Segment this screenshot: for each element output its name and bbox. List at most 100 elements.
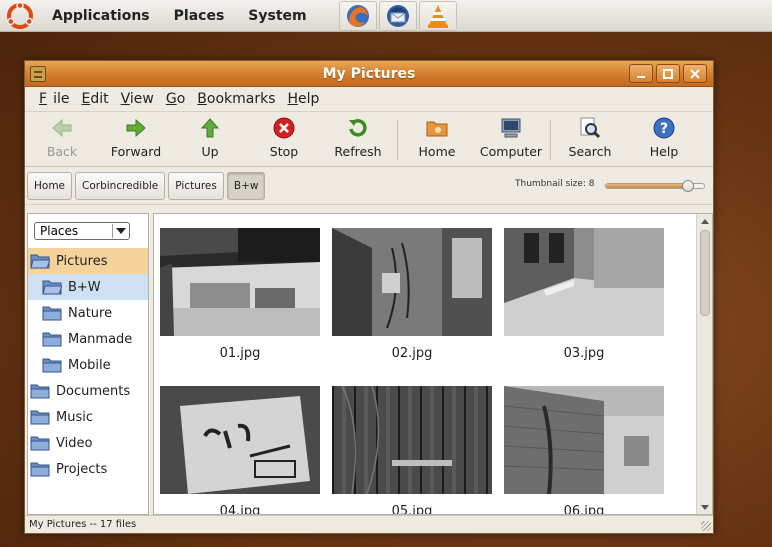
file-name: 02.jpg [391, 346, 433, 361]
vlc-launcher[interactable] [418, 0, 457, 31]
up-button[interactable]: Up [173, 116, 247, 159]
window-title: My Pictures [322, 65, 416, 82]
menu-bookmarks[interactable]: Bookmarks [191, 91, 281, 107]
maximize-button[interactable] [656, 64, 680, 83]
photo-thumbnail [160, 386, 320, 494]
menu-go[interactable]: Go [160, 91, 191, 107]
menubar: File Edit View Go Bookmarks Help [25, 87, 713, 111]
folder-open-icon [42, 280, 62, 295]
thumbnail-size-label: Thumbnail size: 8 [515, 179, 595, 189]
help-button[interactable]: ? Help [627, 116, 701, 159]
icon-view: 01.jpg 02.jpg 03.jpg 04.jpg 05.jpg 06.jp… [153, 213, 713, 515]
folder-icon [30, 436, 50, 451]
thunderbird-launcher[interactable] [378, 0, 417, 31]
content-area: Places Pictures B+W Nature Manmade Mobile Doc… [25, 213, 713, 515]
close-icon [690, 68, 700, 79]
up-arrow-icon [200, 118, 220, 138]
sidebar-item-nature[interactable]: Nature [28, 300, 148, 326]
stop-icon [273, 117, 295, 139]
menu-edit[interactable]: Edit [75, 91, 114, 107]
firefox-launcher[interactable] [338, 0, 377, 31]
file-browser-window: My Pictures File Edit View Go Bookmarks … [24, 60, 714, 534]
refresh-button[interactable]: Refresh [321, 116, 395, 159]
home-folder-icon [426, 121, 448, 137]
scrollbar-thumb[interactable] [700, 230, 710, 316]
home-button[interactable]: Home [400, 116, 474, 159]
file-item[interactable]: 02.jpg [332, 228, 492, 361]
file-name: 03.jpg [563, 346, 605, 361]
breadcrumb-corbincredible[interactable]: Corbincredible [75, 171, 166, 200]
scroll-up-arrow-icon[interactable] [701, 219, 709, 224]
close-button[interactable] [683, 64, 707, 83]
photo-thumbnail [503, 386, 664, 495]
launcher-group [338, 0, 457, 31]
search-button[interactable]: Search [553, 116, 627, 159]
sidebar-item-projects[interactable]: Projects [28, 456, 148, 482]
scroll-down-arrow-icon[interactable] [701, 505, 709, 510]
sidebar-item-manmade[interactable]: Manmade [28, 326, 148, 352]
file-item[interactable]: 04.jpg [160, 386, 320, 515]
folder-icon [30, 384, 50, 399]
file-item[interactable]: 06.jpg [503, 386, 664, 515]
photo-thumbnail [332, 385, 492, 495]
sidebar-item-video[interactable]: Video [28, 430, 148, 456]
file-name: 06.jpg [563, 504, 605, 515]
forward-arrow-icon [126, 118, 146, 138]
sidebar-item-b-w[interactable]: B+W [28, 274, 148, 300]
toolbar-separator [550, 120, 551, 160]
places-tree: Pictures B+W Nature Manmade Mobile Documents M… [28, 248, 148, 482]
photo-thumbnail [160, 228, 320, 336]
side-pane-selector[interactable]: Places [34, 222, 130, 240]
menu-view[interactable]: View [115, 91, 160, 107]
menu-help[interactable]: Help [282, 91, 326, 107]
breadcrumb-home[interactable]: Home [27, 171, 73, 200]
search-icon [580, 117, 601, 139]
file-item[interactable]: 05.jpg [332, 385, 492, 514]
slider-fill [606, 184, 687, 188]
vertical-scrollbar[interactable] [696, 214, 712, 514]
back-button[interactable]: Back [25, 116, 99, 159]
titlebar[interactable]: My Pictures [25, 61, 713, 87]
minimize-icon [637, 75, 645, 78]
stop-button[interactable]: Stop [247, 116, 321, 159]
resize-grip-icon[interactable] [701, 521, 711, 531]
sidebar-item-pictures[interactable]: Pictures [28, 248, 148, 274]
toolbar: Back Forward Up Stop Refresh Home Comput… [25, 111, 713, 167]
photo-thumbnail [332, 228, 492, 336]
applications-menu[interactable]: Applications [40, 8, 162, 24]
forward-button[interactable]: Forward [99, 116, 173, 159]
file-name: 01.jpg [219, 346, 261, 361]
side-pane: Places Pictures B+W Nature Manmade Mobile Doc… [27, 213, 149, 515]
breadcrumb-pictures[interactable]: Pictures [168, 171, 224, 200]
maximize-icon [663, 68, 673, 79]
toolbar-separator [397, 120, 398, 160]
firefox-icon [346, 4, 369, 27]
vlc-icon [427, 4, 448, 28]
thunderbird-icon [386, 4, 409, 27]
minimize-button[interactable] [629, 64, 653, 83]
breadcrumb-bw[interactable]: B+w [226, 171, 266, 200]
refresh-icon [349, 119, 367, 137]
ubuntu-logo-icon[interactable] [6, 1, 34, 30]
computer-button[interactable]: Computer [474, 116, 548, 159]
file-name: 04.jpg [219, 504, 261, 515]
sidebar-item-music[interactable]: Music [28, 404, 148, 430]
system-menu[interactable]: System [236, 8, 318, 24]
menu-file[interactable]: File [27, 91, 75, 107]
folder-icon [30, 462, 50, 477]
thumbnail-size-slider[interactable] [605, 180, 705, 192]
file-item[interactable]: 01.jpg [160, 228, 320, 361]
window-controls [629, 64, 707, 83]
sidebar-item-mobile[interactable]: Mobile [28, 352, 148, 378]
slider-handle[interactable] [682, 180, 694, 192]
photo-thumbnail [504, 228, 664, 336]
location-bar: Home Corbincredible Pictures B+w Thumbna… [25, 167, 713, 205]
status-text: My Pictures -- 17 files [29, 519, 137, 530]
places-menu[interactable]: Places [162, 8, 237, 24]
folder-open-icon [30, 254, 50, 269]
chevron-down-icon [112, 224, 128, 238]
help-icon: ? [653, 117, 675, 139]
file-item[interactable]: 03.jpg [504, 228, 664, 361]
sidebar-item-documents[interactable]: Documents [28, 378, 148, 404]
top-panel: Applications Places System [0, 0, 772, 32]
